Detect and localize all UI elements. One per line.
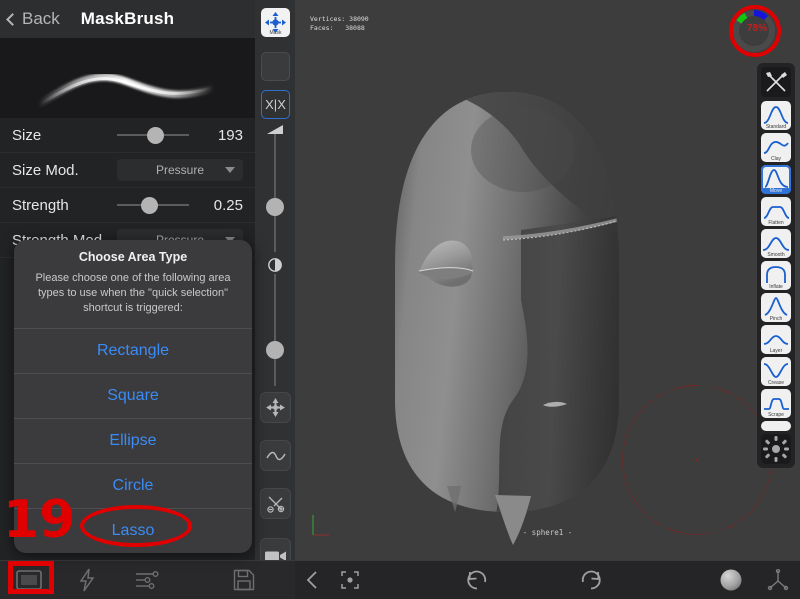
dialog-option-rectangle[interactable]: Rectangle bbox=[14, 328, 252, 373]
dialog-message: Please choose one of the following area … bbox=[35, 272, 231, 314]
brush-off-button[interactable] bbox=[761, 67, 791, 97]
mask-tool-button[interactable]: Mask bbox=[261, 8, 290, 37]
brush-cursor-circle bbox=[622, 385, 772, 535]
brush-crease-label: Crease bbox=[767, 380, 785, 386]
brush-stroke-preview bbox=[0, 38, 255, 118]
orbit-percent-label: 78% bbox=[746, 23, 767, 34]
strength-slider-knob[interactable] bbox=[140, 197, 158, 214]
brush-clay-button[interactable]: Clay bbox=[761, 133, 791, 162]
size-label: Size bbox=[12, 126, 42, 144]
brush-flatten-button[interactable]: Flatten bbox=[761, 197, 791, 226]
brush-inflate-button[interactable]: Inflate bbox=[761, 261, 791, 290]
object-name-label: - sphere1 - bbox=[522, 528, 573, 537]
scissors-tool-button[interactable] bbox=[260, 488, 291, 519]
brush-pinch-label: Pinch bbox=[769, 316, 783, 322]
maskbrush-sculpt-app: Back MaskBrush Size 193 Size Mod. Pressu… bbox=[0, 0, 800, 599]
property-row-size-mod[interactable]: Size Mod. Pressure bbox=[0, 153, 255, 188]
brush-extra-button[interactable] bbox=[761, 421, 791, 431]
dialog-header: Choose Area Type Please choose one of th… bbox=[14, 240, 252, 328]
opacity-slider-knob[interactable] bbox=[266, 341, 284, 359]
save-button[interactable] bbox=[214, 569, 274, 591]
brush-scrape-button[interactable]: Scrape bbox=[761, 389, 791, 418]
material-button[interactable] bbox=[706, 568, 756, 592]
empty-tool-button[interactable] bbox=[261, 52, 290, 81]
brush-standard-button[interactable]: Standard bbox=[761, 101, 791, 130]
symmetry-tool-label: X|X bbox=[265, 97, 286, 112]
brush-move-label: Move bbox=[761, 188, 791, 194]
strength-slider[interactable] bbox=[117, 195, 189, 215]
brush-rack: Standard Clay Move Flatten Smooth Inflat bbox=[757, 63, 795, 468]
focus-button[interactable] bbox=[329, 570, 371, 590]
dialog-title: Choose Area Type bbox=[78, 250, 188, 264]
axis-button[interactable] bbox=[756, 569, 800, 591]
move-gizmo-button[interactable] bbox=[260, 392, 291, 423]
back-button-label: Back bbox=[22, 9, 60, 28]
annotation-step-number: 19 bbox=[3, 490, 76, 550]
brush-flatten-label: Flatten bbox=[768, 220, 784, 226]
brush-layer-button[interactable]: Layer bbox=[761, 325, 791, 354]
curve-tool-button[interactable] bbox=[260, 440, 291, 471]
chevron-down-icon bbox=[225, 167, 235, 173]
size-mod-dropdown[interactable]: Pressure bbox=[117, 159, 243, 181]
size-slider-knob[interactable] bbox=[147, 127, 165, 144]
brush-clay-label: Clay bbox=[770, 156, 781, 162]
mid-tool-strip: Mask X|X bbox=[255, 0, 295, 599]
size-value: 193 bbox=[217, 126, 243, 144]
brush-layer-label: Layer bbox=[769, 348, 783, 354]
right-bottom-toolbar bbox=[295, 560, 800, 599]
strength-label: Strength bbox=[12, 196, 69, 214]
brush-scrape-label: Scrape bbox=[768, 412, 784, 418]
symmetry-tool-button[interactable]: X|X bbox=[261, 90, 290, 119]
brush-size-slider-knob[interactable] bbox=[266, 198, 284, 216]
page-title: MaskBrush bbox=[80, 9, 175, 28]
back-nav-button[interactable] bbox=[295, 570, 329, 590]
mask-tool-label: Mask bbox=[269, 30, 282, 36]
brush-pinch-button[interactable]: Pinch bbox=[761, 293, 791, 322]
brush-crease-button[interactable]: Crease bbox=[761, 357, 791, 386]
property-row-size[interactable]: Size 193 bbox=[0, 118, 255, 153]
brush-size-slider-track[interactable] bbox=[274, 134, 276, 252]
dialog-option-ellipse[interactable]: Ellipse bbox=[14, 418, 252, 463]
opacity-slider-track[interactable] bbox=[274, 274, 276, 386]
orbit-gizmo-button[interactable] bbox=[761, 434, 791, 464]
annotation-highlight-ellipse-lasso bbox=[80, 505, 192, 547]
size-mod-value: Pressure bbox=[155, 163, 205, 177]
brush-standard-label: Standard bbox=[765, 124, 787, 130]
brush-move-button[interactable]: Move bbox=[761, 165, 791, 194]
dialog-option-square[interactable]: Square bbox=[14, 373, 252, 418]
settings-button[interactable] bbox=[116, 570, 178, 590]
brush-inflate-label: Inflate bbox=[769, 284, 783, 290]
size-slider[interactable] bbox=[117, 125, 189, 145]
annotation-highlight-box bbox=[8, 561, 54, 594]
undo-button[interactable] bbox=[419, 568, 534, 592]
property-row-strength[interactable]: Strength 0.25 bbox=[0, 188, 255, 223]
back-button[interactable]: Back bbox=[6, 0, 60, 38]
strength-value: 0.25 bbox=[213, 196, 243, 214]
brush-smooth-button[interactable]: Smooth bbox=[761, 229, 791, 258]
chevron-left-icon bbox=[6, 12, 19, 26]
brush-smooth-label: Smooth bbox=[767, 252, 785, 258]
size-mod-label: Size Mod. bbox=[12, 161, 79, 179]
lightning-button[interactable] bbox=[58, 568, 116, 592]
3d-viewport[interactable]: Vertices: 38090 Faces: 38088 - sphere1 -… bbox=[295, 0, 800, 560]
panel-titlebar: Back MaskBrush bbox=[0, 0, 255, 38]
redo-button[interactable] bbox=[534, 568, 649, 592]
